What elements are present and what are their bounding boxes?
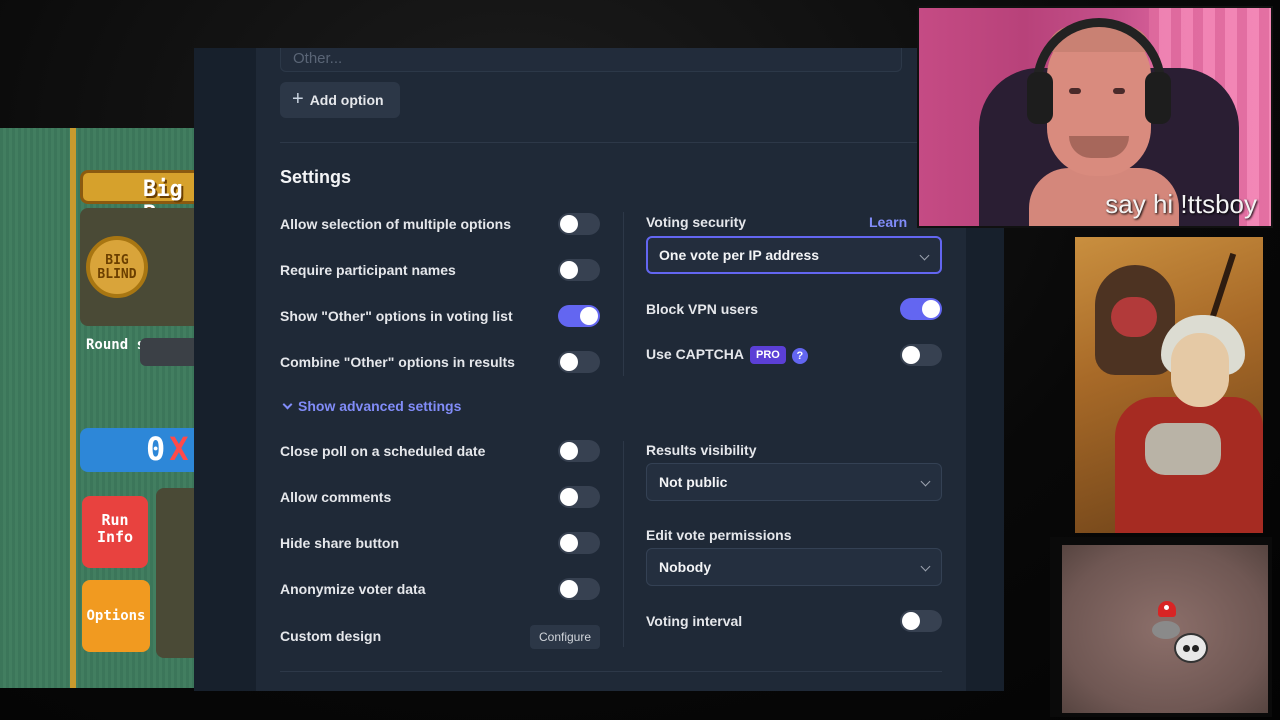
toggle-knob: [902, 612, 920, 630]
setting-hide-share-toggle[interactable]: [558, 532, 600, 554]
captcha-toggle[interactable]: [900, 344, 942, 366]
webcam-overlay: say hi !ttsboy: [917, 6, 1273, 228]
poll-settings-window: Other... + Add option Settings Allow sel…: [194, 48, 1004, 691]
voting-security-value: One vote per IP address: [659, 247, 820, 263]
setting-allow-comments-label: Allow comments: [280, 489, 392, 505]
toggle-knob: [560, 353, 578, 371]
block-vpn-toggle[interactable]: [900, 298, 942, 320]
setting-participant-names-toggle[interactable]: [558, 259, 600, 281]
configure-button[interactable]: Configure: [530, 625, 600, 649]
setting-multiple-options-label: Allow selection of multiple options: [280, 216, 512, 232]
voting-interval-label: Voting interval: [646, 613, 743, 629]
edit-vote-permissions-select[interactable]: Nobody: [646, 548, 942, 586]
toggle-knob: [560, 442, 578, 460]
toggle-knob: [560, 534, 578, 552]
toggle-knob: [560, 261, 578, 279]
block-vpn-label: Block VPN users: [646, 301, 759, 317]
chevron-down-icon: [919, 250, 930, 261]
add-option-label: Add option: [309, 92, 384, 108]
setting-combine-other-label: Combine "Other" options in results: [280, 354, 515, 370]
setting-scheduled-close-toggle[interactable]: [558, 440, 600, 462]
game-capture: Big B BIG BLIND Round score 0X Run Info …: [0, 128, 200, 688]
setting-hide-share-label: Hide share button: [280, 535, 400, 551]
secondary-game-capture: [1050, 537, 1272, 717]
show-advanced-settings-link[interactable]: Show advanced settings: [282, 398, 462, 414]
settings-title: Settings: [280, 167, 352, 187]
painting-ruffle: [1145, 423, 1221, 475]
painting-muzzle: [1111, 297, 1157, 337]
setting-custom-design-label: Custom design: [280, 628, 382, 644]
captcha-label-text: Use CAPTCHA: [646, 346, 745, 362]
toggle-knob: [902, 346, 920, 364]
rock-sprite: [1152, 621, 1180, 639]
options-button: Options: [82, 580, 150, 652]
game-rail: [70, 128, 76, 688]
advanced-link-label: Show advanced settings: [298, 398, 462, 414]
mushroom-icon: [1158, 601, 1176, 617]
chips-value: 0: [146, 430, 166, 468]
toggle-knob: [922, 300, 940, 318]
column-separator: [623, 212, 624, 376]
headset-cup: [1145, 72, 1171, 124]
chevron-down-icon: [282, 399, 293, 409]
player-sprite: [1174, 633, 1208, 663]
setting-multiple-options-toggle[interactable]: [558, 213, 600, 235]
toggle-knob: [560, 580, 578, 598]
toggle-knob: [580, 307, 598, 325]
chevron-down-icon: [920, 476, 931, 487]
setting-anonymize-toggle[interactable]: [558, 578, 600, 600]
other-option-input[interactable]: Other...: [280, 48, 902, 72]
learn-more-link[interactable]: Learn: [869, 214, 907, 230]
edit-vote-permissions-value: Nobody: [659, 559, 712, 575]
setting-anonymize-label: Anonymize voter data: [280, 581, 426, 597]
results-visibility-select[interactable]: Not public: [646, 463, 942, 501]
chips-display: 0X: [80, 428, 200, 472]
baboon-painting: [1075, 237, 1263, 533]
pro-badge: PRO: [750, 346, 786, 364]
edit-vote-permissions-label: Edit vote permissions: [646, 527, 792, 543]
chevron-down-icon: [920, 561, 931, 572]
toggle-knob: [560, 488, 578, 506]
run-info-button: Run Info: [82, 496, 148, 568]
add-option-button[interactable]: + Add option: [280, 82, 400, 118]
setting-show-other-toggle[interactable]: [558, 305, 600, 327]
big-blind-chip: BIG BLIND: [86, 236, 148, 298]
setting-participant-names-label: Require participant names: [280, 262, 456, 278]
backdrop-left: [194, 48, 256, 691]
plus-icon: +: [292, 87, 304, 110]
poll-form-panel: Other... + Add option Settings Allow sel…: [256, 48, 966, 691]
blind-title: Big B: [80, 170, 200, 227]
results-visibility-label: Results visibility: [646, 442, 757, 458]
voting-interval-toggle[interactable]: [900, 610, 942, 632]
bottom-divider: [280, 671, 942, 672]
mult-symbol: X: [169, 430, 189, 468]
results-visibility-value: Not public: [659, 474, 728, 490]
setting-show-other-label: Show "Other" options in voting list: [280, 308, 513, 324]
round-score-bar: [140, 338, 200, 366]
setting-combine-other-toggle[interactable]: [558, 351, 600, 373]
voting-security-select[interactable]: One vote per IP address: [646, 236, 942, 274]
section-divider: [280, 142, 942, 143]
voting-security-label: Voting security: [646, 214, 747, 230]
headset-cup: [1027, 72, 1053, 124]
help-icon[interactable]: ?: [791, 348, 808, 364]
captcha-label: Use CAPTCHA PRO?: [646, 346, 808, 364]
stream-layout: Big B BIG BLIND Round score 0X Run Info …: [0, 0, 1280, 720]
column-separator: [623, 441, 624, 647]
setting-allow-comments-toggle[interactable]: [558, 486, 600, 508]
toggle-knob: [560, 215, 578, 233]
setting-scheduled-close-label: Close poll on a scheduled date: [280, 443, 486, 459]
webcam-caption: say hi !ttsboy: [1105, 189, 1257, 219]
painting-face: [1171, 333, 1229, 407]
